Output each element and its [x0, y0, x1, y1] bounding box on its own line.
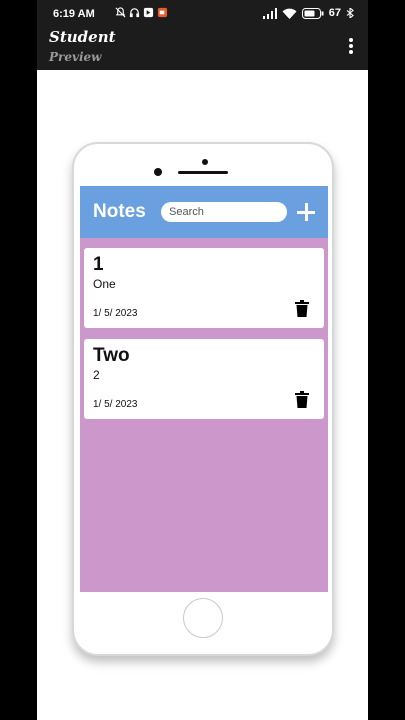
note-date: 1/ 5/ 2023	[93, 308, 138, 319]
app-bar: Student Preview	[37, 28, 368, 70]
status-time: 6:19 AM	[53, 8, 95, 20]
search-input[interactable]	[161, 202, 287, 222]
headphones-icon	[129, 8, 140, 18]
bluetooth-icon	[346, 8, 354, 18]
record-notification-icon	[157, 7, 168, 18]
notes-header: Notes	[80, 186, 328, 238]
notes-title: Notes	[93, 201, 146, 222]
status-bar: 6:19 AM 67	[37, 0, 368, 28]
add-note-button[interactable]	[296, 202, 316, 222]
app-notification-icon	[143, 7, 154, 18]
delete-icon[interactable]	[295, 391, 309, 408]
note-body: 2	[93, 368, 100, 382]
app-subtitle: Preview	[49, 50, 102, 64]
device-screen: 6:19 AM 67 Student Preview Notes Search …	[37, 0, 368, 720]
signal-icon	[262, 7, 277, 19]
battery-icon	[301, 7, 324, 19]
sensor-dot	[202, 159, 208, 165]
more-options-icon[interactable]	[348, 38, 354, 54]
wifi-icon	[282, 8, 297, 19]
phone-mockup: Notes 1 One 1/ 5/ 2023 Two 2 1/ 5/ 2023	[72, 142, 334, 656]
system-icons: 67	[262, 7, 354, 19]
front-camera	[154, 168, 162, 176]
notes-app: Notes 1 One 1/ 5/ 2023 Two 2 1/ 5/ 2023	[80, 186, 328, 592]
earpiece-speaker	[178, 171, 228, 174]
delete-icon[interactable]	[295, 300, 309, 317]
notification-icons	[115, 7, 168, 18]
note-title: 1	[93, 254, 104, 275]
app-title: Student	[49, 28, 116, 46]
note-body: One	[93, 277, 116, 291]
mute-alarm-icon	[115, 7, 126, 18]
battery-level: 67	[328, 7, 341, 19]
note-date: 1/ 5/ 2023	[93, 399, 138, 410]
note-card[interactable]: 1 One 1/ 5/ 2023	[84, 248, 324, 328]
note-card[interactable]: Two 2 1/ 5/ 2023	[84, 339, 324, 419]
note-title: Two	[93, 345, 130, 366]
home-button[interactable]	[183, 598, 223, 638]
